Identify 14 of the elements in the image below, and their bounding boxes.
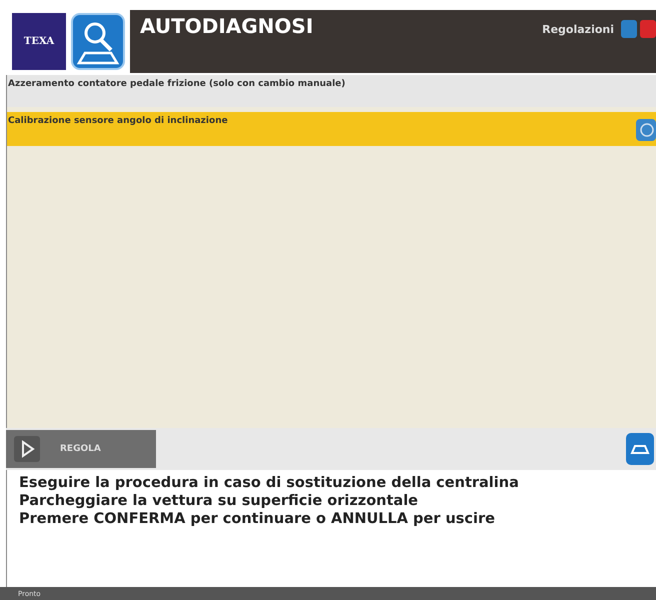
close-button[interactable] [640,20,656,38]
car-tool-icon[interactable] [626,433,654,465]
section-title: Regolazioni [542,22,614,36]
instruction-text: Premere CONFERMA per continuare o ANNULLA per uscire [19,510,496,528]
list-item[interactable]: Azzeramento contatore pedale frizione (solo con cambio manuale) [7,75,656,107]
app-title: AUTODIAGNOSI [140,14,314,38]
list-item[interactable]: Calibrazione sensore angolo di inclinazione [7,112,656,146]
regola-button[interactable]: REGOLA [6,430,156,468]
play-icon [14,436,40,462]
minimize-button[interactable] [621,20,637,38]
instruction-text: Parcheggiare la vettura su superficie orizzontale [19,492,420,510]
instruction-text: Eseguire la procedura in caso di sostituzione della centralina [19,474,520,492]
brand-logo: TEXA [12,13,66,70]
magnifier-car-icon [71,13,125,70]
